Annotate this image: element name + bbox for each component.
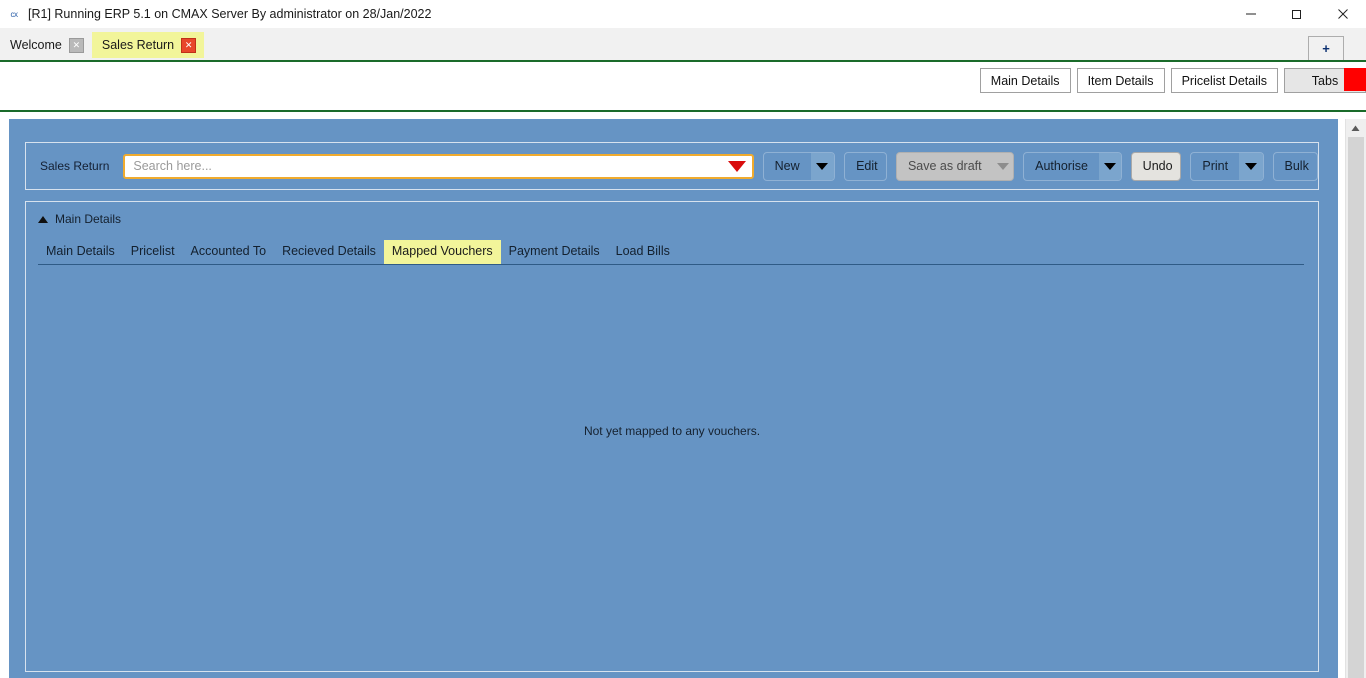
undo-button[interactable]: Undo (1130, 151, 1182, 181)
subtab-load-bills[interactable]: Load Bills (608, 240, 678, 264)
tab-close-icon[interactable]: ✕ (68, 37, 84, 53)
tab-strip: Welcome ✕ Sales Return ✕ + (0, 28, 1366, 60)
bulk-button-label: Bulk (1284, 159, 1309, 173)
tab-welcome[interactable]: Welcome ✕ (0, 32, 92, 58)
authorise-button[interactable]: Authorise (1023, 151, 1122, 181)
main-details-panel: Main Details Main Details Pricelist Acco… (25, 201, 1319, 672)
app-icon: cx (10, 9, 19, 19)
edit-button[interactable]: Edit (844, 151, 887, 181)
authorise-dropdown-icon[interactable] (1098, 152, 1121, 180)
sub-tab-bar: Main Details Pricelist Accounted To Reci… (38, 240, 1304, 265)
chevron-up-icon[interactable] (1346, 119, 1364, 137)
close-icon[interactable] (1320, 0, 1366, 28)
ribbon-button-pricelist-details[interactable]: Pricelist Details (1170, 68, 1278, 93)
title-bar: cx [R1] Running ERP 5.1 on CMAX Server B… (0, 0, 1366, 28)
subtab-pricelist[interactable]: Pricelist (123, 240, 183, 264)
new-button[interactable]: New (762, 151, 836, 181)
form-canvas: Sales Return New Edit Save as draft Auth… (9, 119, 1338, 678)
ribbon-button-group: Main Details Item Details Pricelist Deta… (979, 68, 1366, 93)
ribbon-button-item-details[interactable]: Item Details (1076, 68, 1165, 93)
vertical-scrollbar[interactable] (1345, 119, 1366, 678)
edit-button-label: Edit (856, 159, 878, 173)
minimize-icon[interactable] (1228, 0, 1274, 28)
search-input[interactable] (131, 158, 724, 174)
subtab-mapped-vouchers[interactable]: Mapped Vouchers (383, 240, 501, 264)
tab-sales-return[interactable]: Sales Return ✕ (91, 32, 205, 58)
window-title: [R1] Running ERP 5.1 on CMAX Server By a… (28, 7, 432, 21)
new-button-label: New (774, 159, 800, 173)
window-controls (1228, 0, 1366, 28)
tab-label: Sales Return (101, 38, 175, 52)
bulk-button[interactable]: Bulk (1272, 151, 1319, 181)
ribbon-bar: Main Details Item Details Pricelist Deta… (0, 62, 1366, 110)
undo-button-label: Undo (1142, 159, 1173, 173)
save-as-draft-dropdown-icon[interactable] (992, 152, 1014, 180)
entity-label: Sales Return (40, 159, 110, 173)
add-tab-button[interactable]: + (1308, 36, 1344, 60)
subtab-payment-details[interactable]: Payment Details (501, 240, 608, 264)
search-dropdown-icon[interactable] (727, 160, 746, 172)
print-dropdown-icon[interactable] (1239, 152, 1263, 180)
subtab-main-details[interactable]: Main Details (38, 240, 123, 264)
triangle-up-icon[interactable] (38, 215, 48, 223)
new-dropdown-icon[interactable] (810, 152, 835, 180)
save-as-draft-label: Save as draft (907, 159, 982, 173)
main-details-section-header[interactable]: Main Details (26, 202, 1318, 226)
tab-close-icon[interactable]: ✕ (181, 37, 197, 53)
empty-state-message: Not yet mapped to any vouchers. (583, 424, 761, 438)
record-toolbar-panel: Sales Return New Edit Save as draft Auth… (25, 142, 1319, 190)
save-as-draft-button[interactable]: Save as draft (895, 151, 1015, 181)
maximize-icon[interactable] (1274, 0, 1320, 28)
subtab-recieved-details[interactable]: Recieved Details (274, 240, 384, 264)
section-title: Main Details (55, 212, 122, 226)
print-button-label: Print (1202, 159, 1229, 173)
tab-label: Welcome (10, 38, 62, 52)
search-box[interactable] (123, 153, 754, 179)
red-indicator-block (1344, 68, 1366, 91)
ribbon-button-main-details[interactable]: Main Details (979, 68, 1071, 93)
add-tab-wrapper: + (1308, 36, 1344, 60)
subtab-accounted-to[interactable]: Accounted To (183, 240, 275, 264)
print-button[interactable]: Print (1190, 151, 1264, 181)
authorise-button-label: Authorise (1035, 159, 1088, 173)
work-area: Sales Return New Edit Save as draft Auth… (0, 112, 1366, 678)
scrollbar-track[interactable] (1348, 137, 1364, 678)
